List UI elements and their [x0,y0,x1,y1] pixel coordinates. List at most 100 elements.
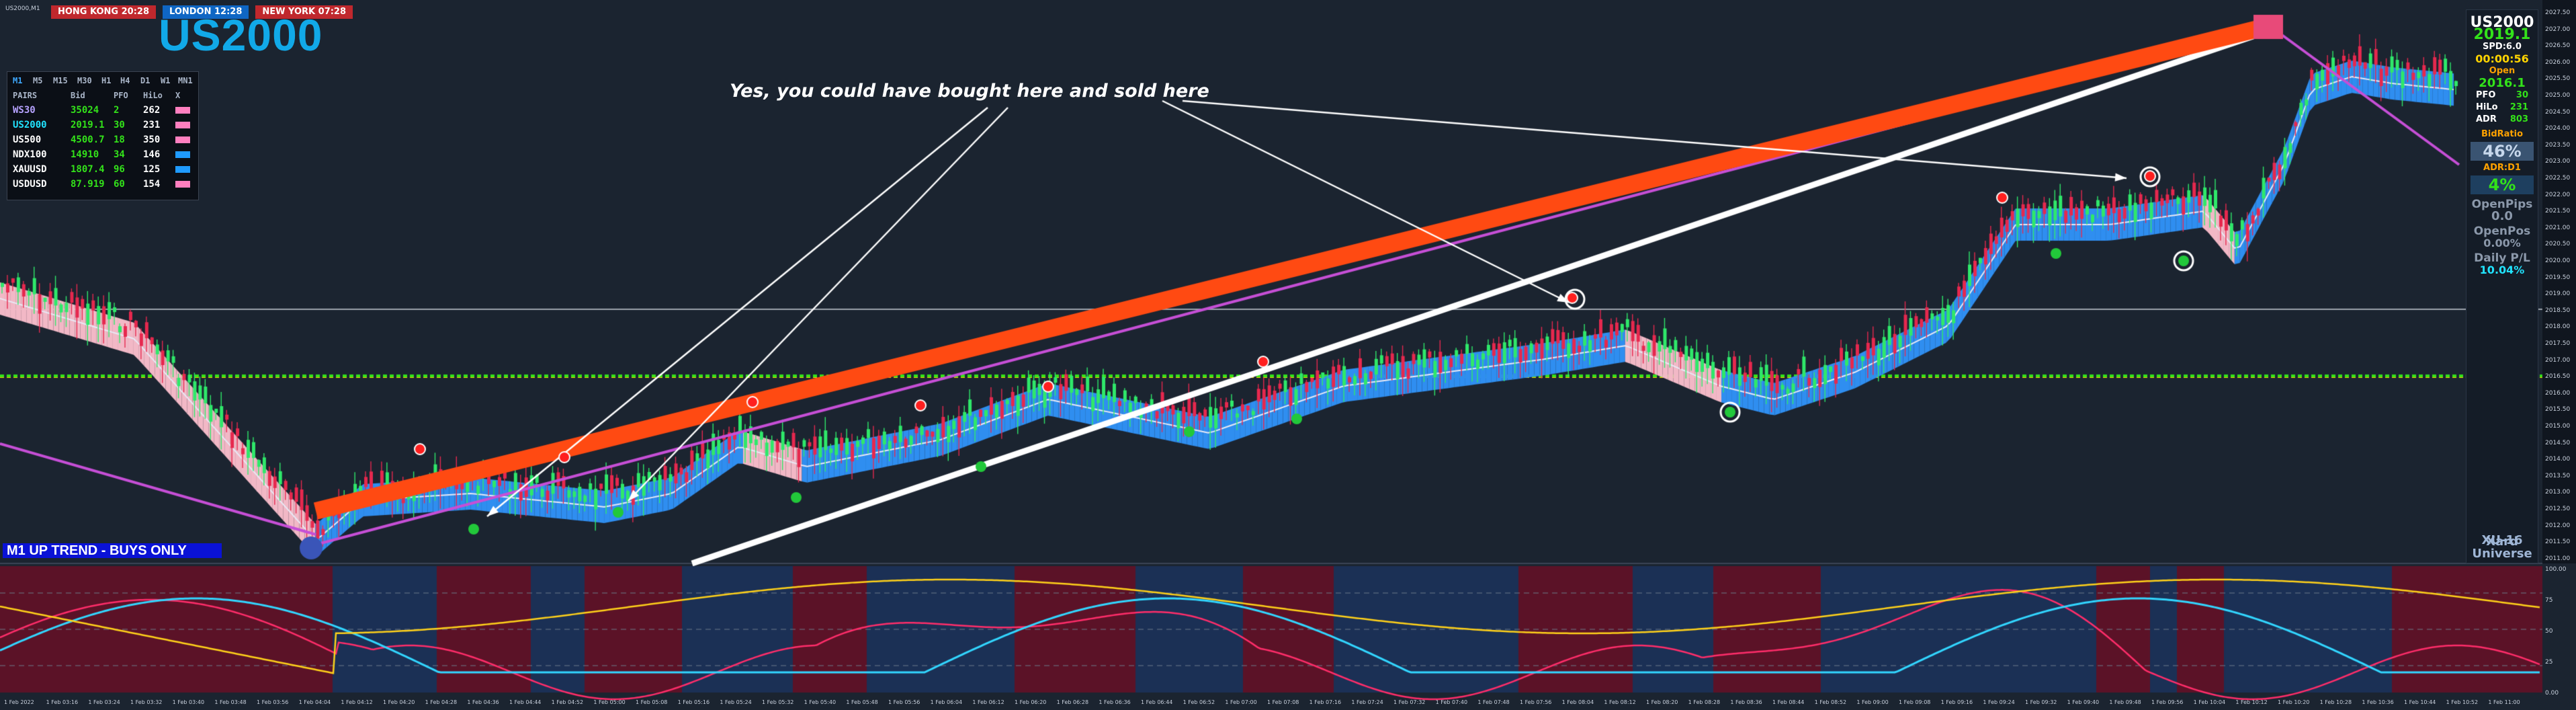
price-tick: 2020.50 [2545,241,2571,248]
time-tick: 1 Feb 04:28 [425,699,458,705]
price-tick: 2026.50 [2545,42,2571,50]
tf-mn1[interactable]: MN1 [178,76,193,85]
panel-open-value: 2016.1 [2479,76,2526,90]
price-tick: 2012.00 [2545,522,2571,529]
price-tick: 2021.00 [2545,224,2571,231]
cell-hilo: 154 [143,179,161,190]
time-tick: 1 Feb 03:16 [46,699,79,705]
time-tick: 1 Feb 08:20 [1646,699,1678,705]
osc-tick: 0.00 [2545,690,2559,697]
adr-label: ADR [2476,114,2497,124]
time-tick: 1 Feb 04:12 [341,699,373,705]
time-tick: 1 Feb 07:56 [1520,699,1552,705]
info-panel: US2000 2019.1 SPD:6.0 00:00:56 Open 2016… [2466,9,2538,563]
time-tick: 1 Feb 09:16 [1940,699,1973,705]
panel-adr-d1-label: ADR:D1 [2483,163,2521,173]
panel-bid: 2019.1 [2473,26,2531,43]
market-watch-table: M1 M5 M15 M30 H1 H4 D1 W1 MN1 PAIRS Bid … [7,71,199,200]
tf-d1[interactable]: D1 [140,76,150,85]
table-row[interactable]: WS30 35024 2 262 [13,103,190,118]
time-tick: 1 Feb 03:40 [172,699,205,705]
cell-bid: 1807.4 [71,164,105,175]
panel-adr-row: ADR 803 [2466,114,2538,126]
time-tick: 1 Feb 03:24 [88,699,120,705]
pfo-value: 30 [2516,90,2528,100]
table-row[interactable]: XAUUSD 1807.4 96 125 [13,162,190,177]
time-tick: 1 Feb 09:32 [2025,699,2057,705]
cell-pfo: 34 [114,149,125,160]
trend-bar [175,136,190,143]
price-tick: 2023.00 [2545,158,2571,165]
osc-tick: 50 [2545,628,2553,635]
tf-h1[interactable]: H1 [101,76,111,85]
table-row[interactable]: US2000 2019.1 30 231 [13,118,190,132]
hilo-label: HiLo [2476,102,2498,112]
col-x: X [175,91,181,100]
time-tick: 1 Feb 08:44 [1772,699,1805,705]
session-hongkong: HONG KONG 20:28 [51,5,157,19]
annotation-text: Yes, you could have bought here and sold… [730,81,1209,102]
cell-pfo: 30 [114,120,125,130]
price-tick: 2013.00 [2545,489,2571,496]
table-header: PAIRS Bid PFO HiLo X [13,88,189,103]
price-tick: 2011.00 [2545,555,2571,562]
cell-pair: WS30 [13,105,36,116]
col-hilo: HiLo [143,91,163,100]
chart-window-label: US2000,M1 [5,5,40,12]
time-tick: 1 Feb 05:24 [720,699,752,705]
cell-pair: XAUUSD [13,164,47,175]
tf-w1[interactable]: W1 [161,76,170,85]
table-row[interactable]: NDX100 14910 34 146 [13,147,190,162]
price-tick: 2015.00 [2545,423,2571,430]
time-tick: 1 Feb 03:32 [130,699,163,705]
panel-daily-value: 10.04% [2479,264,2525,276]
time-tick: 1 Feb 06:52 [1183,699,1215,705]
pfo-label: PFO [2476,90,2496,100]
cell-pair: USDUSD [13,179,47,190]
tf-m5[interactable]: M5 [33,76,42,85]
price-chart-canvas[interactable] [0,0,2576,710]
cell-hilo: 146 [143,149,161,160]
price-tick: 2017.00 [2545,356,2571,364]
hilo-value: 231 [2509,102,2528,112]
time-tick: 1 Feb 05:16 [677,699,710,705]
price-tick: 2025.00 [2545,92,2571,99]
time-tick: 1 Feb 09:56 [2151,699,2184,705]
cell-pfo: 2 [114,105,120,116]
time-tick: 1 Feb 06:20 [1015,699,1047,705]
price-tick: 2015.50 [2545,406,2571,413]
time-tick: 1 Feb 09:48 [2109,699,2141,705]
tf-m1[interactable]: M1 [13,76,22,85]
tf-m30[interactable]: M30 [77,76,92,85]
time-tick: 1 Feb 05:00 [593,699,626,705]
panel-pfo-row: PFO 30 [2466,89,2538,102]
table-row[interactable]: USDUSD 87.919 60 154 [13,177,190,192]
trend-bar [175,181,190,188]
price-tick: 2024.00 [2545,125,2571,132]
price-tick: 2021.50 [2545,208,2571,215]
osc-tick: 25 [2545,659,2553,666]
price-tick: 2020.00 [2545,258,2571,264]
cell-pair: US2000 [13,120,47,130]
time-tick: 1 Feb 06:36 [1099,699,1131,705]
time-tick: 1 Feb 03:56 [257,699,289,705]
time-tick: 1 Feb 03:48 [214,699,247,705]
cell-bid: 2019.1 [71,120,105,130]
time-tick: 1 Feb 08:36 [1730,699,1762,705]
price-tick: 2025.50 [2545,75,2571,83]
price-tick: 2017.50 [2545,340,2571,347]
price-tick: 2027.00 [2545,26,2571,33]
trend-bar [175,107,190,114]
price-tick: 2019.50 [2545,274,2571,281]
table-row[interactable]: US500 4500.7 18 350 [13,132,190,147]
price-tick: 2018.00 [2545,323,2571,331]
cell-pair: NDX100 [13,149,47,160]
time-tick: 1 Feb 11:00 [2488,699,2520,705]
tf-m15[interactable]: M15 [53,76,68,85]
trend-banner: M1 UP TREND - BUYS ONLY [3,543,222,558]
tf-h4[interactable]: H4 [120,76,130,85]
price-tick: 2016.00 [2545,389,2571,397]
time-tick: 1 Feb 05:32 [762,699,794,705]
time-tick: 1 Feb 10:12 [2235,699,2268,705]
col-bid: Bid [71,91,85,100]
